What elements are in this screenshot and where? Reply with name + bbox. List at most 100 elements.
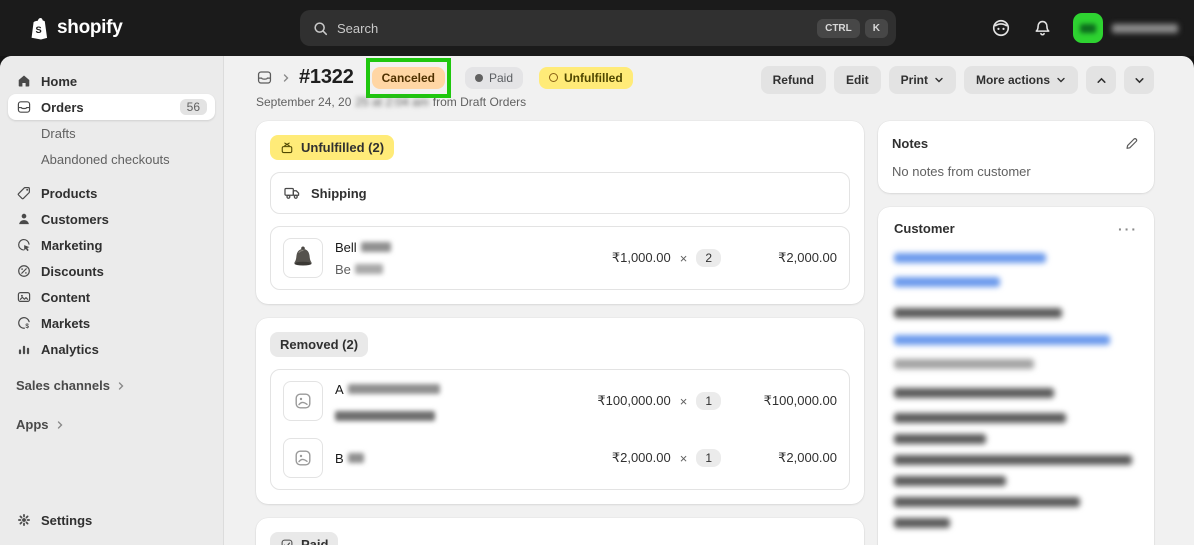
address-line-redacted [894,413,1066,423]
line-item-row: Bell Be ₹1,000.00 × 2 ₹2,000.00 [271,227,849,289]
sales-channels-label: Sales channels [16,378,110,393]
topbar-actions [990,13,1178,43]
unit-price: ₹100,000.00 [597,393,671,408]
order-side-column: Notes No notes from customer Customer ··… [878,121,1154,545]
sidebar-item-label: Home [41,73,78,89]
sidebar-item-marketing[interactable]: Marketing [8,232,215,258]
address-line-redacted [894,434,986,444]
app-frame: Home Orders 56 Drafts Abandoned checkout… [0,56,1194,545]
product-thumbnail-placeholder [283,381,323,421]
fulfillment-items-box: Bell Be ₹1,000.00 × 2 ₹2,000.00 [270,226,850,290]
search-placeholder: Search [337,20,379,36]
product-name-visible: Bell [335,239,357,255]
product-name-redacted [360,242,391,252]
product-name-visible: A [335,381,344,397]
payment-card: Paid [256,518,864,545]
sidebar-item-markets[interactable]: $ Markets [8,310,215,336]
unfulfilled-count-label: Unfulfilled (2) [301,140,385,155]
multiply-sign: × [679,450,688,466]
product-name-visible: B [335,450,344,466]
search-input[interactable]: Search CTRL K [300,10,896,46]
customer-email-link-redacted[interactable] [894,335,1110,345]
product-name-redacted [347,453,364,463]
sidebar-item-label: Marketing [41,237,103,253]
phone-number-redacted [894,359,1034,369]
unfulfilled-ring-icon [549,73,559,82]
product-variant: Be [335,262,541,277]
order-actions: Refund Edit Print More actions [760,66,1154,94]
line-item-info: A [335,382,541,421]
refund-button[interactable]: Refund [760,66,826,94]
shipping-address-heading-redacted [894,388,1054,398]
sidebar-item-label: Orders [41,99,84,115]
sidebar-item-label: Markets [41,315,91,331]
account-menu[interactable] [1073,13,1178,43]
image-placeholder-icon [295,450,311,466]
print-button[interactable]: Print [888,66,956,94]
product-thumbnail [283,238,323,278]
more-actions-button[interactable]: More actions [963,66,1078,94]
sidebar-apps[interactable]: Apps [8,417,215,432]
product-subline-redacted [335,410,541,421]
product-name-redacted [347,384,440,394]
settings-label: Settings [41,512,93,528]
marketing-icon [16,237,32,253]
settings-gear-icon [16,512,32,528]
discounts-icon [16,263,32,279]
sidebar-item-abandoned-checkouts[interactable]: Abandoned checkouts [8,146,215,172]
markets-icon: $ [16,315,32,331]
order-date-redacted: 25 at 2:04 am [355,95,429,109]
sidebar-item-customers[interactable]: Customers [8,206,215,232]
notes-card: Notes No notes from customer [878,121,1154,193]
product-name-link[interactable]: A [335,382,541,397]
unit-price: ₹1,000.00 [611,250,671,265]
sidebar-sales-channels[interactable]: Sales channels [8,378,215,393]
paid-label: Paid [301,537,329,545]
order-date-prefix: September 24, 20 [256,95,352,109]
customer-title: Customer [894,221,955,236]
sidebar-item-home[interactable]: Home [8,68,215,94]
address-line-redacted [894,518,950,528]
previous-order-button[interactable] [1086,66,1116,94]
sidebar-item-analytics[interactable]: Analytics [8,336,215,362]
customer-orders-link-redacted[interactable] [894,277,1000,287]
sidebar-item-label: Abandoned checkouts [41,151,170,167]
bell-product-image [294,246,312,266]
removed-pill: Removed (2) [270,332,369,357]
sidebar-item-discounts[interactable]: Discounts [8,258,215,284]
notifications-bell-icon[interactable] [1032,18,1053,39]
customer-menu-dots[interactable]: ··· [1118,222,1138,236]
edit-pencil-icon[interactable] [1124,135,1140,151]
sidekick-icon[interactable] [990,17,1012,39]
sidebar-item-content[interactable]: Content [8,284,215,310]
home-icon [16,73,32,89]
shopify-bag-icon: S [28,16,50,40]
line-total: ₹100,000.00 [763,393,837,408]
sidebar-item-label: Customers [41,211,109,227]
unfulfilled-card: Unfulfilled (2) Shipping Bell Be ₹1,000.… [256,121,864,304]
sidebar-item-orders[interactable]: Orders 56 [8,94,215,120]
unit-price-group: ₹2,000.00 × 1 [553,449,721,467]
address-line-redacted [894,497,1080,507]
product-name-link[interactable]: Bell [335,240,541,255]
shipping-label: Shipping [311,185,367,201]
shopify-logo[interactable]: S shopify [16,16,123,40]
sidebar-item-drafts[interactable]: Drafts [8,120,215,146]
sidebar-item-label: Products [41,185,98,201]
quantity-pill: 2 [696,249,721,267]
image-placeholder-icon [295,393,311,409]
next-order-button[interactable] [1124,66,1154,94]
sidebar-item-settings[interactable]: Settings [8,507,215,533]
product-name-link[interactable]: B [335,451,541,466]
shipping-box: Shipping [270,172,850,214]
status-badge-canceled: Canceled [371,66,445,89]
store-avatar [1073,13,1103,43]
edit-button[interactable]: Edit [833,66,881,94]
unit-price-group: ₹100,000.00 × 1 [553,392,721,410]
sidebar-item-products[interactable]: Products [8,180,215,206]
sidebar-item-label: Content [41,289,91,305]
removed-card: Removed (2) A ₹100,000.00 × 1 ₹100,000.0… [256,318,864,504]
customer-name-link-redacted[interactable] [894,253,1046,263]
orders-icon [16,99,32,115]
truck-icon [284,187,300,199]
